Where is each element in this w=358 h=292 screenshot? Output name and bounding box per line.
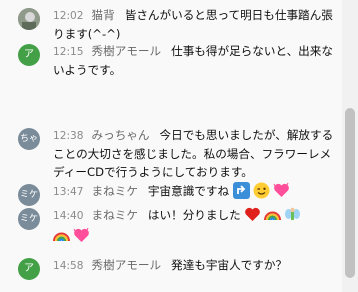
avatar-letter: ミケ [19, 190, 38, 200]
message-author[interactable]: 秀樹アモール [92, 258, 162, 272]
message-author[interactable]: まねミケ [92, 208, 138, 222]
chat-messages: 12:02 猫背 皆さんがいると思って明日も仕事踏ん張ります(^-^) ア 12:1… [0, 0, 342, 292]
avatar-letter: ミケ [19, 214, 38, 224]
chat-message: ミケ 14:40 まねミケ はい！分りました [18, 206, 336, 245]
rainbow-emoji-icon [264, 206, 282, 223]
chat-message: ア 14:58 秀樹アモール 発達も宇宙人ですか？ [18, 256, 336, 280]
message-time: 14:40 [53, 210, 84, 222]
sparkling-heart-emoji-icon [273, 182, 290, 199]
avatar-letter: ア [24, 263, 34, 274]
avatar: ちゃ [18, 128, 40, 150]
avatar: ミケ [18, 184, 40, 206]
wink-emoji-icon [253, 182, 270, 199]
avatar [18, 8, 40, 30]
message-author[interactable]: まねミケ [92, 184, 138, 198]
avatar: ミケ [18, 208, 40, 230]
chat-message: 12:02 猫背 皆さんがいると思って明日も仕事踏ん張ります(^-^) [18, 6, 336, 43]
message-time: 12:02 [53, 10, 84, 22]
message-time: 12:38 [53, 130, 84, 142]
chat-message: ミケ 13:47 まねミケ 宇宙意識ですね [18, 182, 336, 206]
message-author[interactable]: みっちゃん [92, 128, 150, 142]
avatar: ア [18, 44, 40, 66]
message-text: はい！分りました [147, 208, 241, 222]
up-arrow-emoji-icon [232, 182, 250, 199]
message-time: 12:15 [53, 46, 84, 58]
sparkling-heart-emoji-icon [73, 227, 90, 244]
scrollbar-thumb[interactable] [345, 108, 355, 278]
rainbow-emoji-icon [53, 227, 70, 244]
message-time: 14:58 [53, 260, 84, 272]
avatar-letter: ちゃ [19, 134, 38, 144]
chat-message: ア 12:15 秀樹アモール 仕事も得が足らないと、出来ないようです。 [18, 42, 336, 79]
message-author[interactable]: 秀樹アモール [92, 44, 162, 58]
message-text: 宇宙意識ですね [147, 184, 230, 198]
message-text: 発達も宇宙人ですか？ [171, 258, 288, 272]
chat-message: ちゃ 12:38 みっちゃん 今日でも思いましたが、解放することの大切さを感じました… [18, 126, 336, 181]
fairy-emoji-icon [284, 206, 301, 223]
avatar: ア [18, 258, 40, 280]
message-author[interactable]: 猫背 [92, 8, 115, 22]
message-time: 13:47 [53, 186, 84, 198]
avatar-letter: ア [24, 49, 34, 60]
red-heart-emoji-icon [244, 206, 261, 223]
